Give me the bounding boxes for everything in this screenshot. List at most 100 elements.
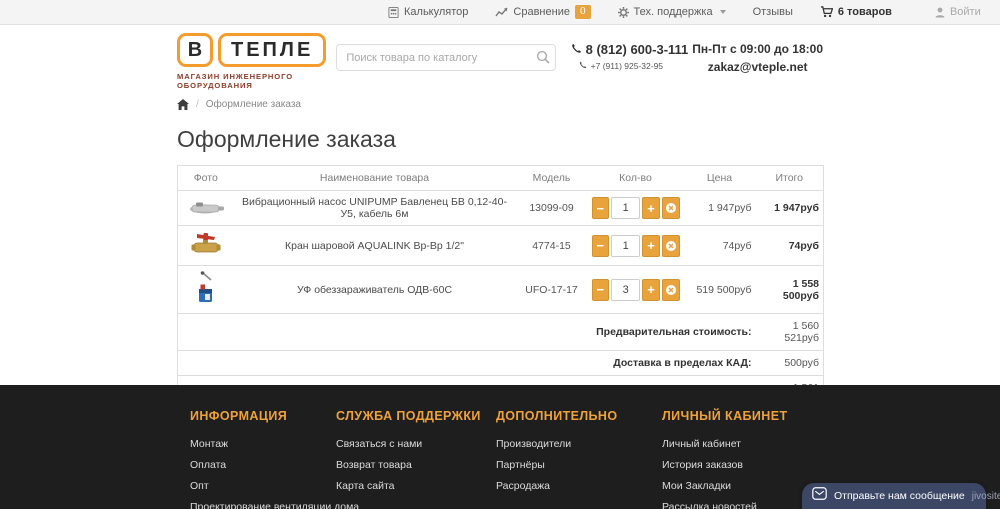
qty-input[interactable] <box>611 235 640 257</box>
product-name-link[interactable]: Вибрационный насос UNIPUMP Бавленец БВ 0… <box>242 196 507 220</box>
summary-label: Предварительная стоимость: <box>178 314 756 351</box>
cart-icon <box>820 6 833 18</box>
footer-col-information: ИНФОРМАЦИЯ Монтаж Оплата Опт Проектирова… <box>190 409 336 509</box>
qty-decrease-button[interactable]: − <box>592 279 610 301</box>
qty-controls: − + <box>592 279 680 301</box>
topbar-login-label: Войти <box>950 6 981 18</box>
footer-heading: ИНФОРМАЦИЯ <box>190 409 336 423</box>
product-photo-valve[interactable] <box>191 248 221 260</box>
topbar-cart[interactable]: 6 товаров <box>820 6 892 18</box>
product-name-link[interactable]: УФ обеззараживатель ОДВ-60С <box>297 284 452 296</box>
search-icon[interactable] <box>536 50 550 69</box>
product-total: 1 558 500руб <box>756 266 824 314</box>
footer-link[interactable]: Рассылка новостей <box>662 501 823 509</box>
qty-increase-button[interactable]: + <box>642 235 660 257</box>
remove-item-button[interactable] <box>662 279 680 301</box>
compare-icon <box>495 7 508 18</box>
chevron-down-icon <box>720 10 726 14</box>
footer-link[interactable]: Проектирование вентиляции дома <box>190 501 336 509</box>
footer-link[interactable]: Расродажа <box>496 480 662 492</box>
topbar: Калькулятор Сравнение 0 Тех. поддержка О… <box>0 0 1000 25</box>
footer-col-extra: ДОПОЛНИТЕЛЬНО Производители Партнёры Рас… <box>496 409 662 509</box>
cart-row-pump: Вибрационный насос UNIPUMP Бавленец БВ 0… <box>178 191 824 226</box>
cart-table: Фото Наименование товара Модель Кол-во Ц… <box>177 165 824 413</box>
footer-link[interactable]: История заказов <box>662 459 823 471</box>
footer-link[interactable]: Партнёры <box>496 459 662 471</box>
home-icon[interactable] <box>177 99 189 110</box>
topbar-compare[interactable]: Сравнение 0 <box>495 5 590 19</box>
topbar-reviews[interactable]: Отзывы <box>753 6 793 18</box>
qty-decrease-button[interactable]: − <box>592 197 610 219</box>
page-title: Оформление заказа <box>177 126 823 153</box>
summary-row-shipping: Доставка в пределах КАД: 500руб <box>178 351 824 376</box>
qty-increase-button[interactable]: + <box>642 279 660 301</box>
product-price: 74руб <box>684 226 756 266</box>
compare-count-badge: 0 <box>575 5 591 19</box>
phone-alt-number[interactable]: +7 (911) 925-32-95 <box>591 61 663 71</box>
cart-row-uv: УФ обеззараживатель ОДВ-60С UFO-17-17 − … <box>178 266 824 314</box>
gear-icon <box>618 7 629 18</box>
working-hours: Пн-Пт с 09:00 до 18:00 <box>692 42 823 56</box>
footer-link[interactable]: Связаться с нами <box>336 438 496 450</box>
main-content: Оформление заказа Фото Наименование това… <box>177 126 823 413</box>
product-price: 1 947руб <box>684 191 756 226</box>
footer-link[interactable]: Производители <box>496 438 662 450</box>
topbar-support[interactable]: Тех. поддержка <box>618 6 726 18</box>
topbar-calculator[interactable]: Калькулятор <box>388 6 468 18</box>
chat-widget[interactable]: Отправьте нам сообщение jivosite <box>802 483 986 509</box>
footer-heading: ЛИЧНЫЙ КАБИНЕТ <box>662 409 823 423</box>
qty-decrease-button[interactable]: − <box>592 235 610 257</box>
summary-row-subtotal: Предварительная стоимость: 1 560 521руб <box>178 314 824 351</box>
footer-col-account: ЛИЧНЫЙ КАБИНЕТ Личный кабинет История за… <box>662 409 823 509</box>
breadcrumb: / Оформление заказа <box>177 99 823 110</box>
qty-controls: − + <box>592 197 680 219</box>
footer-link[interactable]: Мои Закладки <box>662 480 823 492</box>
cart-row-valve: Кран шаровой AQUALINK Вр-Вр 1/2" 4774-15… <box>178 226 824 266</box>
product-total: 74руб <box>756 226 824 266</box>
product-photo-pump[interactable] <box>186 207 226 219</box>
remove-item-button[interactable] <box>662 235 680 257</box>
logo-tagline: МАГАЗИН ИНЖЕНЕРНОГО ОБОРУДОВАНИЯ <box>177 72 326 90</box>
logo[interactable]: В ТЕПЛЕ МАГАЗИН ИНЖЕНЕРНОГО ОБОРУДОВАНИЯ <box>177 33 326 90</box>
summary-label: Доставка в пределах КАД: <box>178 351 756 376</box>
envelope-icon <box>812 487 827 505</box>
product-total: 1 947руб <box>756 191 824 226</box>
col-price: Цена <box>684 166 756 191</box>
col-model: Модель <box>516 166 588 191</box>
breadcrumb-separator: / <box>196 99 199 110</box>
footer-link[interactable]: Карта сайта <box>336 480 496 492</box>
qty-input[interactable] <box>611 279 640 301</box>
product-name-link[interactable]: Кран шаровой AQUALINK Вр-Вр 1/2" <box>285 240 464 252</box>
footer-link[interactable]: Оплата <box>190 459 336 471</box>
chat-message: Отправьте нам сообщение <box>834 490 965 502</box>
user-icon <box>935 7 945 18</box>
footer-link[interactable]: Опт <box>190 480 336 492</box>
phone-main-number[interactable]: 8 (812) 600-3-111 <box>586 42 689 57</box>
footer-link[interactable]: Монтаж <box>190 438 336 450</box>
search-box <box>336 44 555 71</box>
footer-link[interactable]: Возврат товара <box>336 459 496 471</box>
footer-heading: ДОПОЛНИТЕЛЬНО <box>496 409 662 423</box>
search-input[interactable] <box>336 44 555 71</box>
chat-brand: jivosite <box>972 491 1000 502</box>
hours-block: Пн-Пт с 09:00 до 18:00 zakaz@vteple.net <box>692 42 823 74</box>
email-link[interactable]: zakaz@vteple.net <box>692 60 823 74</box>
calculator-icon <box>388 7 399 18</box>
product-model: UFO-17-17 <box>516 266 588 314</box>
product-photo-uv[interactable] <box>195 296 217 308</box>
header: В ТЕПЛЕ МАГАЗИН ИНЖЕНЕРНОГО ОБОРУДОВАНИЯ… <box>177 25 823 90</box>
product-price: 519 500руб <box>684 266 756 314</box>
topbar-login[interactable]: Войти <box>935 6 981 18</box>
qty-input[interactable] <box>611 197 640 219</box>
topbar-compare-label: Сравнение <box>513 6 570 18</box>
footer-link[interactable]: Личный кабинет <box>662 438 823 450</box>
logo-letter: В <box>177 33 213 67</box>
qty-increase-button[interactable]: + <box>642 197 660 219</box>
remove-item-button[interactable] <box>662 197 680 219</box>
cart-header-row: Фото Наименование товара Модель Кол-во Ц… <box>178 166 824 191</box>
col-total: Итого <box>756 166 824 191</box>
col-qty: Кол-во <box>588 166 684 191</box>
summary-value: 1 560 521руб <box>756 314 824 351</box>
breadcrumb-current: Оформление заказа <box>206 99 301 110</box>
topbar-calculator-label: Калькулятор <box>404 6 468 18</box>
